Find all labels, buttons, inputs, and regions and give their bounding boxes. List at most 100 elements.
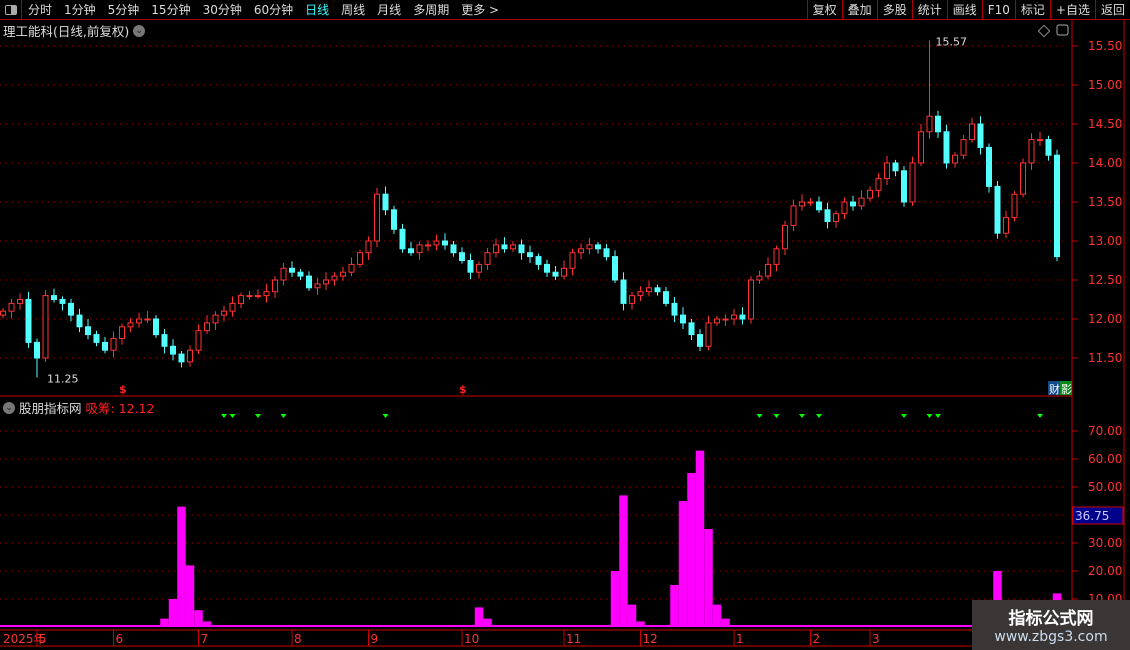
low-price-label: 11.25 [47, 373, 79, 386]
candle-up [1011, 193, 1018, 219]
price-tick-label: 15.50 [1088, 39, 1122, 53]
candle-down [25, 299, 32, 343]
candle-up [637, 291, 644, 297]
candle-up [484, 252, 491, 265]
candle-up [195, 330, 202, 351]
candle-up [476, 263, 482, 273]
indicator-bar [185, 565, 195, 627]
candle-down [671, 302, 678, 316]
candle-up [0, 310, 6, 316]
kline-chart[interactable]: 15.50 15.00 14.50 14.00 13.50 13.00 12.50 12.00… [0, 0, 1130, 650]
candle-up [586, 244, 593, 250]
candle-up [578, 248, 584, 254]
candle-up [952, 154, 958, 164]
signal-marker [816, 414, 822, 418]
candle-up [272, 279, 278, 293]
candle-up [17, 299, 23, 304]
candle-up [493, 244, 499, 254]
indicator-tick-label: 30.00 [1088, 536, 1122, 550]
finance-badge-2-text: 影 [1061, 383, 1072, 396]
candle-down [102, 341, 108, 351]
candle-up [314, 283, 321, 289]
candle-down [51, 295, 57, 301]
candle-up [238, 295, 244, 304]
candle-up [756, 275, 763, 281]
price-tick-label: 12.00 [1088, 312, 1122, 326]
candle-up [510, 244, 516, 250]
candle-up [790, 205, 797, 226]
candle-up [926, 115, 933, 133]
candle-up [42, 295, 49, 359]
candle-down [297, 271, 304, 277]
indicator-bar [678, 501, 688, 627]
candle-down [943, 131, 950, 164]
candle-down [680, 314, 686, 324]
month-label: 3 [872, 632, 880, 646]
signal-marker [799, 414, 805, 418]
indicator-bar [695, 450, 705, 627]
price-tick-label: 15.00 [1088, 78, 1122, 92]
candle-down [518, 244, 525, 254]
candle-down [501, 244, 508, 250]
candle-up [280, 267, 287, 281]
candle-up [323, 279, 329, 285]
price-tick-label: 12.50 [1088, 273, 1122, 287]
candle-down [663, 291, 669, 304]
candle-up [340, 271, 346, 277]
month-label: 12 [643, 632, 658, 646]
price-tick-label: 14.00 [1088, 156, 1122, 170]
candle-up [374, 193, 380, 242]
candle-down [688, 322, 695, 336]
candle-up [629, 295, 635, 304]
candle-down [306, 275, 312, 289]
indicator-bar [712, 604, 722, 627]
candle-down [442, 240, 448, 246]
signal-marker [229, 414, 236, 418]
candle-up [833, 213, 839, 222]
indicator-tick-label: 50.00 [1088, 480, 1122, 494]
indicator-bar [474, 607, 484, 627]
month-label: 8 [294, 632, 302, 646]
candle-down [612, 256, 618, 281]
candle-up [416, 244, 423, 254]
month-label: 5 [39, 632, 47, 646]
candle-down [178, 353, 185, 363]
candle-up [212, 314, 219, 324]
candle-down [935, 115, 941, 133]
candle-up [773, 248, 780, 265]
candle-down [850, 201, 856, 207]
candle-down [59, 299, 66, 304]
candle-down [85, 326, 91, 336]
signal-marker [926, 414, 933, 418]
candle-down [620, 279, 627, 304]
signal-marker [280, 414, 287, 418]
candle-down [170, 345, 176, 355]
candle-down [93, 334, 100, 343]
candle-down [892, 162, 899, 172]
signal-marker [901, 414, 907, 418]
candle-up [1037, 139, 1043, 142]
month-label: 6 [116, 632, 124, 646]
candle-down [739, 314, 746, 320]
candle-down [544, 263, 550, 273]
month-label: 9 [371, 632, 379, 646]
candle-down [391, 209, 397, 230]
indicator-bar [636, 621, 645, 627]
candle-up [569, 252, 576, 269]
month-label: 10 [464, 632, 479, 646]
candle-up [221, 310, 227, 316]
candle-up [960, 139, 967, 156]
candle-down [654, 287, 661, 293]
candle-up [722, 318, 729, 321]
candle-up [229, 302, 236, 312]
month-label: 11 [566, 632, 581, 646]
signal-marker [382, 414, 389, 418]
watermark-url: www.zbgs3.com [994, 629, 1108, 645]
indicator-bar [670, 585, 679, 627]
candle-up [187, 349, 193, 363]
indicator-bar [721, 618, 730, 627]
candle-up [731, 314, 737, 320]
diamond-icon [1037, 24, 1051, 38]
candle-up [765, 263, 771, 277]
panel-toggle-icon [1056, 24, 1069, 36]
